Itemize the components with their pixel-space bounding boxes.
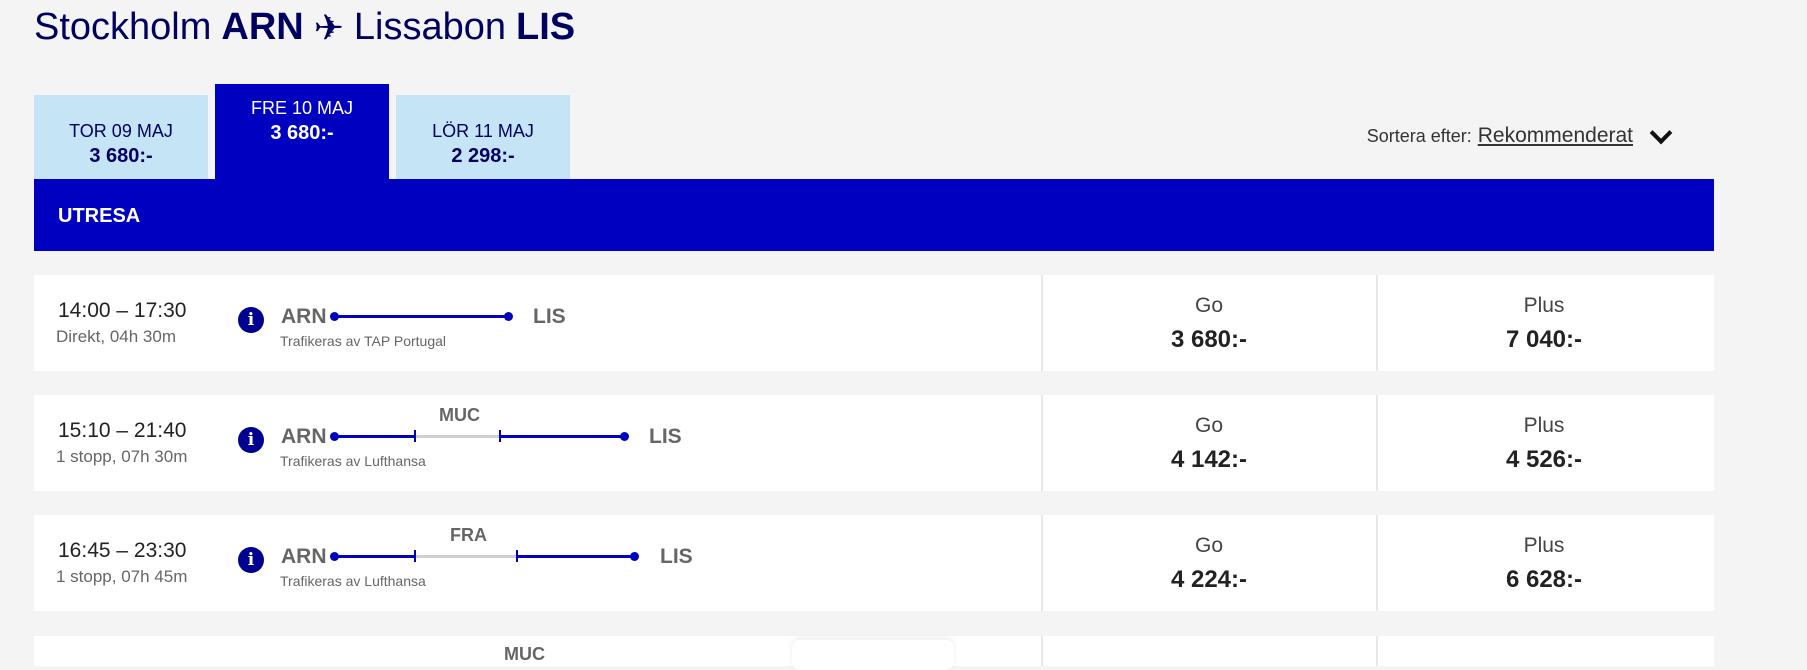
route-line xyxy=(334,555,415,558)
fare-price: 3 680:- xyxy=(1170,326,1248,353)
via-airport: MUC xyxy=(439,405,480,425)
destination-airport: LIS xyxy=(649,425,682,448)
fare-price: 7 040:- xyxy=(1505,326,1583,353)
fare-go[interactable]: Go 4 142:- xyxy=(1041,395,1375,491)
page-title: Stockholm ARN ✈ Lissabon LIS xyxy=(34,6,575,49)
fare-price: 6 628:- xyxy=(1505,566,1583,593)
flight-time: 15:10 – 21:40 xyxy=(58,419,187,442)
fare-name: Plus xyxy=(1523,294,1565,317)
section-header: UTRESA xyxy=(34,179,1714,251)
route-end-dot xyxy=(630,552,639,561)
date-tab-price: 2 298:- xyxy=(451,145,515,167)
fare-plus[interactable] xyxy=(1376,636,1710,666)
sort-label: Sortera efter: xyxy=(1366,125,1472,146)
fare-go[interactable]: Go 3 680:- xyxy=(1041,275,1375,371)
chevron-down-icon[interactable] xyxy=(1649,121,1673,145)
flight-stops: 1 stopp, 07h 30m xyxy=(56,447,188,466)
date-tab-sat[interactable]: LÖR 11 MAJ 2 298:- xyxy=(396,95,570,190)
flight-row[interactable]: 16:45 – 23:30 1 stopp, 07h 45m i ARN FRA… xyxy=(34,515,1714,611)
sort-control: Sortera efter: Rekommenderat xyxy=(1366,121,1679,148)
origin-airport: ARN xyxy=(281,545,327,568)
fare-price: 4 224:- xyxy=(1170,566,1248,593)
flight-stops: 1 stopp, 07h 45m xyxy=(56,567,188,586)
date-tab-price: 3 680:- xyxy=(89,145,153,167)
sort-select[interactable]: Rekommenderat xyxy=(1478,124,1633,148)
destination-airport: LIS xyxy=(533,305,566,328)
via-airport: FRA xyxy=(450,525,487,545)
info-icon[interactable]: i xyxy=(238,427,264,453)
section-title: UTRESA xyxy=(58,205,141,227)
route-end-dot xyxy=(620,432,629,441)
fare-go[interactable]: Go 4 224:- xyxy=(1041,515,1375,611)
layover-line xyxy=(416,555,516,558)
date-tab-date: LÖR 11 MAJ xyxy=(432,121,534,141)
fare-price: 4 526:- xyxy=(1505,446,1583,473)
fare-name: Go xyxy=(1194,534,1223,557)
route-end-dot xyxy=(504,312,513,321)
flight-row[interactable]: 15:10 – 21:40 1 stopp, 07h 30m i ARN MUC… xyxy=(34,395,1714,491)
destination-city: Lissabon xyxy=(353,6,507,48)
fare-plus[interactable]: Plus 4 526:- xyxy=(1376,395,1710,491)
route-line xyxy=(518,555,632,558)
flight-stops: Direkt, 04h 30m xyxy=(56,327,176,346)
layover-line xyxy=(416,435,499,438)
floating-panel xyxy=(792,640,954,670)
date-tab-thu[interactable]: TOR 09 MAJ 3 680:- xyxy=(34,95,208,190)
fare-name: Plus xyxy=(1523,534,1565,557)
origin-city: Stockholm xyxy=(34,6,212,48)
origin-airport: ARN xyxy=(281,425,327,448)
date-tab-date: TOR 09 MAJ xyxy=(69,121,173,141)
fare-price: 4 142:- xyxy=(1170,446,1248,473)
operator-text: Trafikeras av Lufthansa xyxy=(280,573,426,589)
flight-row[interactable]: 14:00 – 17:30 Direkt, 04h 30m i ARN LIS … xyxy=(34,275,1714,371)
fare-plus[interactable]: Plus 7 040:- xyxy=(1376,275,1710,371)
route-line xyxy=(334,315,508,318)
operator-text: Trafikeras av Lufthansa xyxy=(280,453,426,469)
date-tab-price: 3 680:- xyxy=(270,122,334,144)
plane-icon: ✈ xyxy=(313,6,344,48)
flight-time: 16:45 – 23:30 xyxy=(58,539,187,562)
destination-airport: LIS xyxy=(660,545,693,568)
origin-airport: ARN xyxy=(281,305,327,328)
fare-name: Go xyxy=(1194,294,1223,317)
fare-plus[interactable]: Plus 6 628:- xyxy=(1376,515,1710,611)
date-tab-fri[interactable]: FRE 10 MAJ 3 680:- xyxy=(215,84,389,190)
fare-go[interactable] xyxy=(1041,636,1375,666)
route-line xyxy=(501,435,621,438)
origin-code: ARN xyxy=(221,6,304,48)
fare-name: Go xyxy=(1194,414,1223,437)
via-airport: MUC xyxy=(504,644,545,664)
date-tab-date: FRE 10 MAJ xyxy=(250,98,354,118)
fare-name: Plus xyxy=(1523,414,1565,437)
operator-text: Trafikeras av TAP Portugal xyxy=(280,333,446,349)
info-icon[interactable]: i xyxy=(238,547,264,573)
flight-time: 14:00 – 17:30 xyxy=(58,299,187,322)
route-line xyxy=(334,435,415,438)
destination-code: LIS xyxy=(516,6,576,48)
info-icon[interactable]: i xyxy=(238,307,264,333)
